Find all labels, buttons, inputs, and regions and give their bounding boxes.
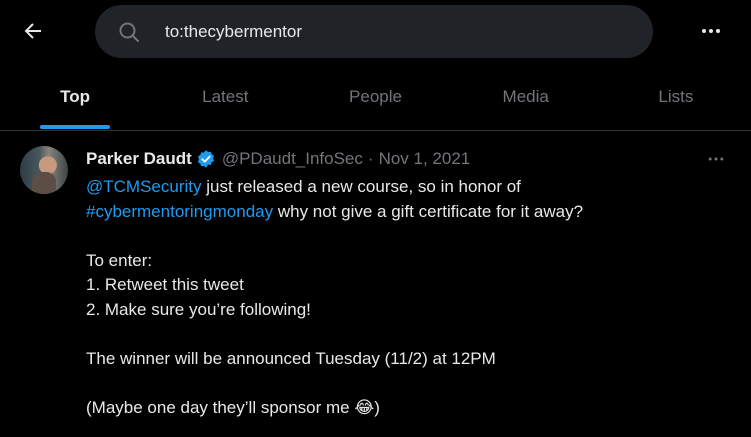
more-options-button[interactable] bbox=[692, 12, 730, 50]
tab-latest[interactable]: Latest bbox=[150, 64, 300, 130]
tab-label: Lists bbox=[658, 87, 694, 106]
tweet-line: 2. Make sure you’re following! bbox=[86, 299, 311, 319]
more-horizontal-icon bbox=[702, 29, 720, 33]
tab-label: Latest bbox=[202, 87, 249, 106]
tab-lists[interactable]: Lists bbox=[601, 64, 751, 130]
tab-people[interactable]: People bbox=[300, 64, 450, 130]
mention-link[interactable]: @TCMSecurity bbox=[86, 177, 202, 196]
active-tab-indicator bbox=[40, 125, 111, 129]
tweet-text-segment: just released a new course, so in honor … bbox=[201, 177, 521, 196]
tweet-text-segment: why not give a gift certificate for it a… bbox=[273, 201, 584, 221]
tweet-header: Parker Daudt @PDaudt_InfoSec · Nov 1, 20… bbox=[86, 149, 470, 169]
back-button[interactable] bbox=[14, 12, 52, 50]
author-name[interactable]: Parker Daudt bbox=[86, 149, 192, 169]
hashtag-link[interactable]: #cybermentoringmonday bbox=[86, 202, 273, 221]
line-spacer bbox=[86, 322, 726, 347]
search-icon bbox=[119, 22, 139, 42]
tweet-text: @TCMSecurity just released a new course,… bbox=[86, 175, 726, 420]
tab-label: People bbox=[349, 87, 402, 106]
avatar[interactable] bbox=[20, 146, 68, 194]
line-spacer bbox=[86, 224, 726, 249]
verified-badge-icon[interactable] bbox=[196, 149, 216, 169]
tab-label: Media bbox=[502, 87, 549, 106]
line-spacer bbox=[86, 371, 726, 396]
search-box[interactable] bbox=[95, 5, 653, 58]
top-bar bbox=[0, 0, 751, 64]
laughing-emoji-icon: 😂 bbox=[354, 397, 375, 418]
tab-media[interactable]: Media bbox=[451, 64, 601, 130]
tweet-line: 1. Retweet this tweet bbox=[86, 275, 244, 294]
tweet-line: The winner will be announced Tuesday (11… bbox=[86, 348, 496, 368]
search-input[interactable] bbox=[165, 5, 635, 58]
tweet[interactable]: Parker Daudt @PDaudt_InfoSec · Nov 1, 20… bbox=[0, 131, 751, 437]
tab-label: Top bbox=[60, 87, 91, 106]
tab-top[interactable]: Top bbox=[0, 64, 150, 130]
tweet-text-segment: ) bbox=[374, 397, 380, 417]
author-handle[interactable]: @PDaudt_InfoSec bbox=[222, 149, 363, 169]
tweet-line: (Maybe one day they’ll sponsor me 😂) bbox=[86, 396, 726, 421]
tweet-line: To enter: bbox=[86, 250, 153, 270]
separator-dot: · bbox=[367, 149, 374, 168]
tweet-more-button[interactable] bbox=[702, 147, 730, 171]
tweet-text-segment: (Maybe one day they’ll sponsor me bbox=[86, 397, 355, 417]
tweet-line: #cybermentoringmonday why not give a gif… bbox=[86, 200, 726, 225]
tweet-line: @TCMSecurity just released a new course,… bbox=[86, 175, 726, 200]
arrow-left-icon bbox=[24, 23, 41, 39]
search-tabs: Top Latest People Media Lists bbox=[0, 64, 751, 131]
tweet-date[interactable]: Nov 1, 2021 bbox=[379, 149, 471, 169]
more-horizontal-icon bbox=[708, 157, 724, 161]
